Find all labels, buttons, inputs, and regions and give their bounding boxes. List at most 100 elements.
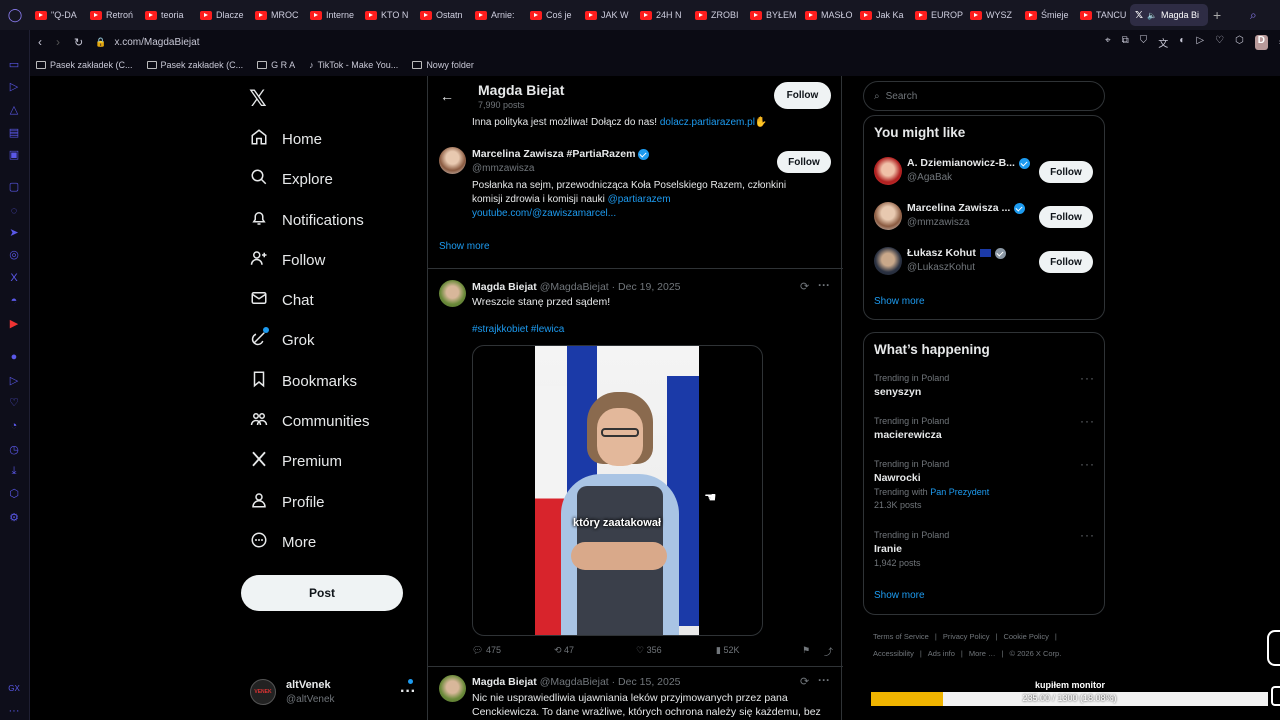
sidebar-messenger-icon[interactable]: ◌: [7, 204, 21, 218]
nav-item-chat[interactable]: Chat: [250, 289, 314, 311]
profile-avatar[interactable]: D: [1254, 34, 1268, 50]
back-icon[interactable]: ‹: [38, 35, 42, 49]
sidebar-app-icon[interactable]: ▷: [7, 80, 21, 94]
browser-tab[interactable]: EUROP: [910, 4, 965, 26]
share-icon[interactable]: ⤴: [824, 645, 833, 658]
browser-tab[interactable]: Interne: [305, 4, 360, 26]
like-button[interactable]: ♡ 356: [636, 645, 716, 658]
sidebar-app-icon[interactable]: ▭: [7, 58, 21, 72]
browser-tab[interactable]: Retroń: [85, 4, 140, 26]
tweet-avatar[interactable]: [439, 675, 466, 702]
bio-link[interactable]: dolacz.partiarazem.pl: [660, 117, 755, 128]
trend-item[interactable]: Trending in Poland Iranie 1,942 posts ···: [874, 528, 1096, 568]
nav-item-communities[interactable]: Communities: [250, 410, 370, 432]
bookmark-item[interactable]: G R A: [257, 60, 295, 70]
browser-tab[interactable]: Jak Ka: [855, 4, 910, 26]
sidebar-download-icon[interactable]: ⤓: [7, 464, 21, 478]
trend-item[interactable]: Trending in Poland macierewicza ···: [874, 414, 1096, 441]
follow-button[interactable]: Follow: [1039, 251, 1093, 273]
browser-tab[interactable]: "Q-DA: [30, 4, 85, 26]
show-more-link[interactable]: Show more: [439, 241, 490, 252]
follow-button[interactable]: Follow: [1039, 206, 1093, 228]
trend-more-icon[interactable]: ···: [1080, 457, 1095, 471]
suggested-user[interactable]: Łukasz Kohut @LukaszKohut Follow: [874, 246, 1096, 278]
browser-tab[interactable]: ZROBI: [690, 4, 745, 26]
follow-button[interactable]: Follow: [1039, 161, 1093, 183]
browser-tab[interactable]: MROC: [250, 4, 305, 26]
vpn-icon[interactable]: ◐: [1179, 35, 1185, 50]
browser-tab[interactable]: Coś je: [525, 4, 580, 26]
browser-tab[interactable]: MASŁO: [800, 4, 855, 26]
show-more-link[interactable]: Show more: [874, 590, 925, 601]
bookmark-item[interactable]: Pasek zakładek (C...: [146, 60, 243, 70]
repost-button[interactable]: ⟲ 47: [554, 645, 636, 658]
browser-tab[interactable]: 24H N: [635, 4, 690, 26]
trend-item[interactable]: Trending in Poland Nawrocki Trending with …: [874, 457, 1096, 510]
footer-link[interactable]: More …: [969, 649, 996, 658]
suggested-bio-link[interactable]: @partiarazem: [608, 194, 671, 205]
sidebar-x-icon[interactable]: X: [7, 271, 21, 285]
nav-item-premium[interactable]: Premium: [250, 450, 342, 472]
sidebar-heart-icon[interactable]: ♡: [7, 396, 21, 410]
browser-tab[interactable]: BYŁEM: [745, 4, 800, 26]
nav-item-more[interactable]: More: [250, 531, 316, 553]
browser-tab[interactable]: KTO N: [360, 4, 415, 26]
sidebar-telegram-icon[interactable]: ➤: [7, 226, 21, 240]
nav-item-follow[interactable]: Follow: [250, 249, 325, 271]
sidebar-more-icon[interactable]: ···: [7, 704, 21, 718]
sidebar-clock-icon[interactable]: ◷: [7, 443, 21, 457]
back-arrow-icon[interactable]: ←: [440, 88, 454, 104]
nav-item-home[interactable]: Home: [250, 128, 322, 150]
sidebar-app-icon[interactable]: ▣: [7, 148, 21, 162]
bookmark-item[interactable]: Pasek zakładek (C...: [36, 60, 133, 70]
pin-icon[interactable]: ⌖: [1105, 35, 1111, 50]
browser-tab[interactable]: Śmieje: [1020, 4, 1075, 26]
sidebar-settings-icon[interactable]: ⚙: [7, 511, 21, 525]
footer-link[interactable]: © 2026 X Corp.: [1009, 649, 1061, 658]
suggested-avatar[interactable]: [439, 147, 466, 174]
bookmark-item[interactable]: ♪ TikTok - Make You...: [309, 60, 398, 70]
browser-tab[interactable]: TANCU: [1075, 4, 1130, 26]
shield-icon[interactable]: ⛉: [1140, 35, 1148, 50]
sidebar-app-icon[interactable]: △: [7, 103, 21, 117]
trend-more-icon[interactable]: ···: [1080, 371, 1095, 385]
search-tabs-icon[interactable]: ⌕: [1250, 8, 1257, 23]
tweet-more-icon[interactable]: ···: [818, 673, 830, 687]
nav-item-explore[interactable]: Explore: [250, 168, 333, 190]
browser-tab[interactable]: Ostatn: [415, 4, 470, 26]
post-button[interactable]: Post: [241, 575, 403, 611]
x-logo[interactable]: 𝕏: [249, 86, 267, 112]
send-icon[interactable]: ▷: [1196, 35, 1204, 50]
sidebar-history-icon[interactable]: ◔: [7, 419, 21, 433]
tweet-avatar[interactable]: [439, 280, 466, 307]
extensions-icon[interactable]: ⬡: [1235, 35, 1244, 50]
nav-item-profile[interactable]: Profile: [250, 491, 325, 513]
footer-link[interactable]: Ads info: [928, 649, 955, 658]
bookmark-item[interactable]: Nowy folder: [412, 60, 474, 70]
new-tab-button[interactable]: +: [1213, 7, 1221, 23]
nav-item-grok[interactable]: Grok: [250, 327, 315, 351]
suggested-user[interactable]: Marcelina Zawisza ... @mmzawisza Follow: [874, 201, 1096, 233]
tab-active[interactable]: 𝕏 🔈 Magda Bi: [1130, 4, 1208, 26]
nav-item-notifications[interactable]: Notifications: [250, 209, 364, 231]
sidebar-instagram-icon[interactable]: ◎: [7, 248, 21, 262]
browser-tab[interactable]: teoria: [140, 4, 195, 26]
tweet-video[interactable]: który zaatakował: [472, 345, 763, 636]
footer-link[interactable]: Privacy Policy: [943, 632, 990, 641]
views-button[interactable]: ▮ 52K: [716, 645, 802, 658]
sidebar-discord-icon[interactable]: ◓: [7, 294, 21, 308]
snapshot-icon[interactable]: ⧉: [1122, 35, 1129, 50]
trend-item[interactable]: Trending in Poland senyszyn ···: [874, 371, 1096, 398]
sidebar-spotify-icon[interactable]: ●: [7, 350, 21, 364]
account-switcher[interactable]: VENEK altVenek @altVenek ···: [250, 675, 416, 709]
nav-item-bookmarks[interactable]: Bookmarks: [250, 370, 357, 392]
sidebar-cube-icon[interactable]: ⬡: [7, 487, 21, 501]
grok-icon[interactable]: ⟳: [800, 280, 809, 293]
sidebar-twitch-icon[interactable]: ▢: [7, 180, 21, 194]
footer-link[interactable]: Terms of Service: [873, 632, 929, 641]
url-field[interactable]: x.com/MagdaBiejat: [114, 37, 199, 48]
search-box[interactable]: ⌕ Search: [863, 81, 1105, 111]
trend-more-icon[interactable]: ···: [1080, 528, 1095, 542]
footer-link[interactable]: Cookie Policy: [1003, 632, 1048, 641]
sidebar-player-icon[interactable]: ▷: [7, 374, 21, 388]
